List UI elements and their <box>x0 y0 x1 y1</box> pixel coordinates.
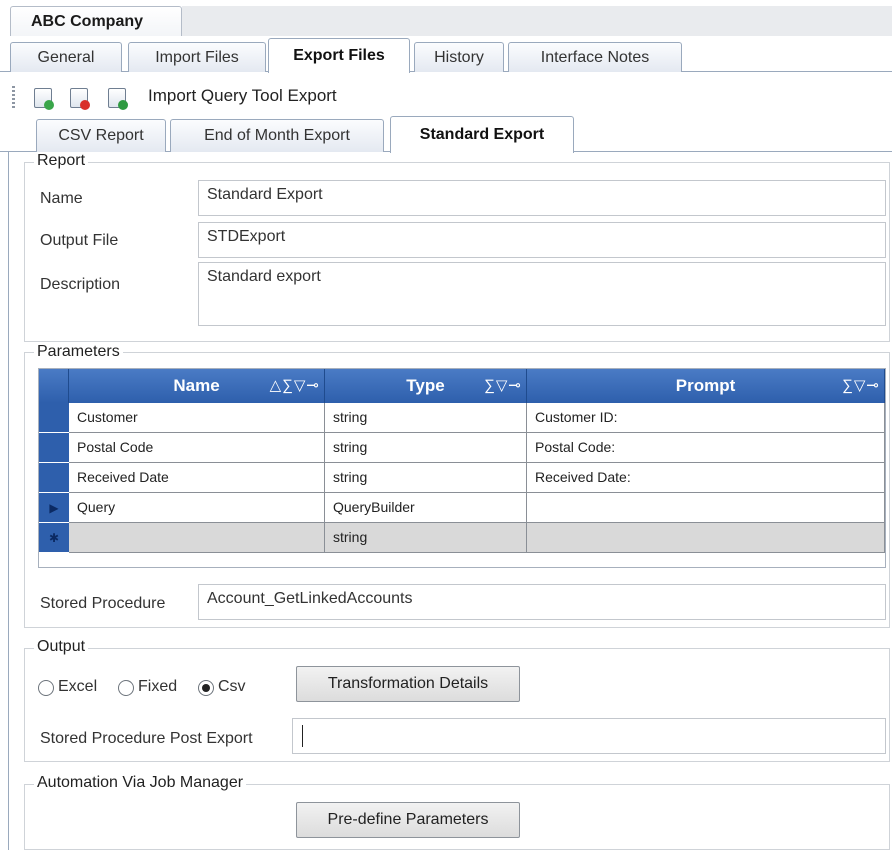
post-export-label: Stored Procedure Post Export <box>40 730 253 747</box>
sort-sum-filter-pin-icons[interactable]: △∑▽⊸ <box>270 376 320 394</box>
parameters-group-label: Parameters <box>34 343 123 361</box>
radio-csv[interactable] <box>198 680 214 696</box>
document-tab-strip <box>182 6 892 36</box>
stored-procedure-label: Stored Procedure <box>40 595 166 612</box>
transformation-details-button[interactable]: Transformation Details <box>296 666 520 702</box>
table-cell-type[interactable]: string <box>325 403 527 433</box>
table-cell-name[interactable]: Query <box>69 493 325 523</box>
parameters-grid[interactable]: Name △∑▽⊸ Type ∑▽⊸ Prompt ∑▽⊸ Customer s… <box>38 368 886 568</box>
tab-import-files[interactable]: Import Files <box>128 42 266 72</box>
predefine-parameters-button[interactable]: Pre-define Parameters <box>296 802 520 838</box>
name-field[interactable]: Standard Export <box>198 180 886 216</box>
import-query-tool-export-button[interactable]: Import Query Tool Export <box>148 86 337 106</box>
row-selector[interactable] <box>39 463 69 493</box>
post-export-field[interactable] <box>292 718 886 754</box>
column-header-type-label: Type <box>406 376 445 395</box>
sum-filter-pin-icons[interactable]: ∑▽⊸ <box>842 376 880 394</box>
table-cell-type[interactable]: string <box>325 433 527 463</box>
column-header-name-label: Name <box>173 376 220 395</box>
tab-history[interactable]: History <box>414 42 504 72</box>
tab-export-files[interactable]: Export Files <box>268 38 410 73</box>
radio-excel-label[interactable]: Excel <box>58 678 97 696</box>
column-header-prompt-label: Prompt <box>675 376 736 395</box>
text-caret <box>302 725 303 747</box>
column-header-type[interactable]: Type ∑▽⊸ <box>325 369 527 403</box>
table-cell-prompt[interactable]: Customer ID: <box>527 403 885 433</box>
output-file-field[interactable]: STDExport <box>198 222 886 258</box>
tab-interface-notes[interactable]: Interface Notes <box>508 42 682 72</box>
radio-excel[interactable] <box>38 680 54 696</box>
sum-filter-pin-icons[interactable]: ∑▽⊸ <box>484 376 522 394</box>
radio-fixed-label[interactable]: Fixed <box>138 678 177 696</box>
name-label: Name <box>40 190 83 207</box>
report-group-label: Report <box>34 152 89 170</box>
add-export-icon[interactable] <box>34 88 54 110</box>
tab-end-of-month-export[interactable]: End of Month Export <box>170 119 384 152</box>
column-header-prompt[interactable]: Prompt ∑▽⊸ <box>527 369 885 403</box>
table-cell-prompt[interactable] <box>527 523 885 553</box>
tab-standard-export[interactable]: Standard Export <box>390 116 574 153</box>
row-selector[interactable] <box>39 433 69 463</box>
table-cell-type[interactable]: string <box>325 463 527 493</box>
table-cell-type[interactable]: QueryBuilder <box>325 493 527 523</box>
description-label: Description <box>40 276 121 293</box>
table-cell-name[interactable]: Customer <box>69 403 325 433</box>
stored-procedure-field[interactable]: Account_GetLinkedAccounts <box>198 584 886 620</box>
row-selector[interactable] <box>39 403 69 433</box>
automation-group-label: Automation Via Job Manager <box>34 774 247 792</box>
table-cell-type[interactable]: string <box>325 523 527 553</box>
tab-csv-report[interactable]: CSV Report <box>36 119 166 152</box>
output-group-label: Output <box>34 638 89 656</box>
table-cell-name[interactable]: Received Date <box>69 463 325 493</box>
radio-fixed[interactable] <box>118 680 134 696</box>
table-cell-prompt[interactable]: Received Date: <box>527 463 885 493</box>
tab-general[interactable]: General <box>10 42 122 72</box>
table-cell-prompt[interactable] <box>527 493 885 523</box>
description-field[interactable]: Standard export <box>198 262 886 326</box>
current-row-indicator-icon[interactable]: ▶ <box>39 493 69 523</box>
output-file-label: Output File <box>40 232 119 249</box>
radio-csv-label[interactable]: Csv <box>218 678 246 696</box>
table-cell-name[interactable] <box>69 523 325 553</box>
grid-corner-header <box>39 369 69 403</box>
toolbar-grip[interactable] <box>12 86 15 108</box>
delete-export-icon[interactable] <box>70 88 90 110</box>
column-header-name[interactable]: Name △∑▽⊸ <box>69 369 325 403</box>
table-cell-name[interactable]: Postal Code <box>69 433 325 463</box>
new-row-indicator-icon[interactable]: ✱ <box>39 523 69 553</box>
import-export-icon[interactable] <box>108 88 128 110</box>
document-tab[interactable]: ABC Company <box>10 6 182 36</box>
table-cell-prompt[interactable]: Postal Code: <box>527 433 885 463</box>
